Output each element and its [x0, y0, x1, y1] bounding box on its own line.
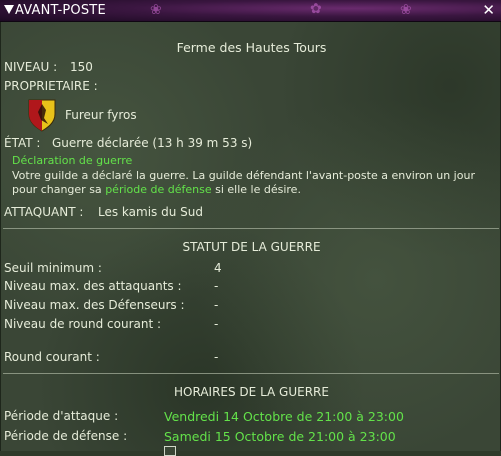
divider: [3, 228, 499, 229]
outpost-name: Ferme des Hautes Tours: [176, 40, 327, 55]
declaration-title: Déclaration de guerre: [12, 154, 133, 167]
declaration-text-line2: pour changer sa période de défense si el…: [12, 183, 301, 196]
min-threshold-label: Seuil minimum :: [4, 261, 102, 275]
level-label: NIVEAU :: [4, 60, 58, 74]
state-value: Guerre déclarée (13 h 39 m 53 s): [52, 136, 253, 150]
current-round-label: Round courant :: [4, 350, 100, 364]
current-round-level-value: -: [214, 317, 219, 331]
defense-period-link[interactable]: période de défense: [105, 183, 211, 196]
declaration-text-line1: Votre guilde a déclaré la guerre. La gui…: [12, 169, 475, 182]
guild-shield-icon[interactable]: [27, 98, 57, 132]
defenders-max-level-value: -: [214, 298, 219, 312]
level-value: 150: [70, 60, 93, 74]
defense-period-label: Période de défense :: [4, 429, 128, 443]
attackers-max-level-value: -: [214, 279, 219, 293]
owner-guild-name: Fureur fyros: [65, 108, 137, 122]
attack-period-label: Période d'attaque :: [4, 409, 119, 423]
outpost-panel: Ferme des Hautes Tours NIVEAU : 150 PROP…: [0, 22, 501, 456]
defenders-max-level-label: Niveau max. des Défenseurs :: [4, 298, 185, 312]
attacker-value: Les kamis du Sud: [98, 205, 203, 219]
attacker-label: ATTAQUANT :: [4, 205, 84, 219]
declaration-text-post: si elle le désire.: [211, 183, 301, 196]
close-icon[interactable]: ✕: [482, 2, 495, 18]
flower-ornament-icon: ❀: [150, 2, 162, 18]
attack-period-value: Vendredi 14 Octobre de 21:00 à 23:00: [164, 409, 404, 424]
menu-triangle-icon[interactable]: [4, 5, 14, 14]
flower-ornament-icon: ❀: [400, 2, 412, 18]
divider: [3, 373, 499, 374]
window-title-bar[interactable]: AVANT-POSTE ❀ ✿ ❀ ✕: [0, 0, 501, 22]
war-status-heading: STATUT DE LA GUERRE: [182, 240, 321, 254]
owner-label: PROPRIETAIRE :: [4, 79, 98, 93]
war-schedule-heading: HORAIRES DE LA GUERRE: [174, 385, 329, 399]
flower-ornament-icon: ✿: [310, 1, 322, 17]
defense-period-value: Samedi 15 Octobre de 21:00 à 23:00: [164, 429, 396, 444]
current-round-level-label: Niveau de round courant :: [4, 317, 162, 331]
checkbox[interactable]: [164, 446, 176, 456]
state-label: ÉTAT :: [4, 136, 41, 150]
min-threshold-value: 4: [214, 261, 222, 275]
declaration-text-pre: pour changer sa: [12, 183, 106, 196]
window-title: AVANT-POSTE: [15, 3, 106, 18]
current-round-value: -: [214, 350, 219, 364]
attackers-max-level-label: Niveau max. des attaquants :: [4, 279, 182, 293]
